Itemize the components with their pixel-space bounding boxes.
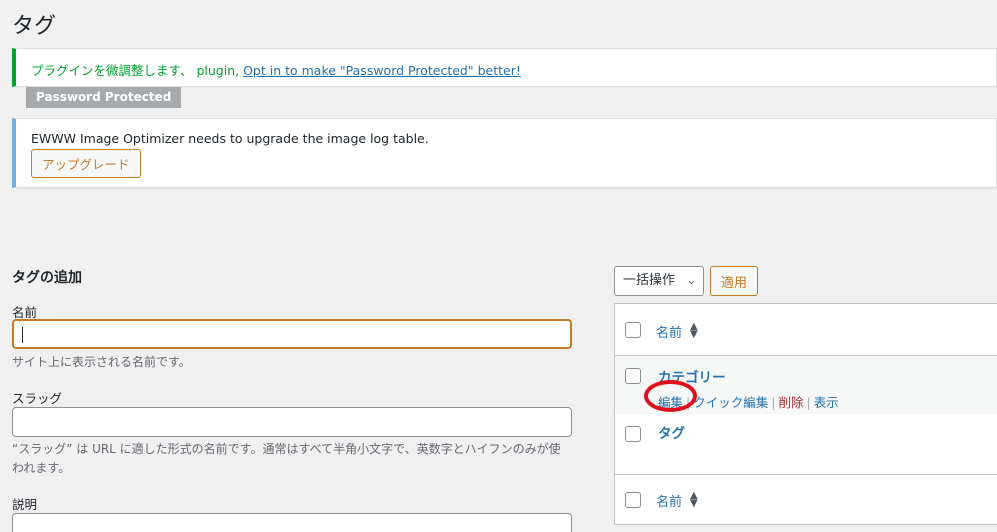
row-checkbox[interactable] [625, 426, 641, 442]
separator: | [771, 395, 776, 410]
apply-button[interactable]: 適用 [710, 266, 758, 296]
column-name-sort-link[interactable]: 名前 [656, 322, 682, 341]
sort-arrows-icon: ▲ ▼ [690, 321, 698, 340]
slug-label: スラッグ [12, 391, 63, 406]
table-footer-row: 名前 ▲ ▼ [615, 474, 997, 526]
plugin-notice-text: プラグインを微調整します、 plugin, [31, 63, 244, 78]
ewww-notice-message: EWWW Image Optimizer needs to upgrade th… [31, 131, 429, 146]
slug-input[interactable] [12, 407, 572, 437]
opt-in-link[interactable]: Opt in to make "Password Protected" bett… [243, 63, 521, 78]
tags-table: 名前 ▲ ▼ カテゴリー 編集 | クイック編集 | 削除 | 表示 タグ 名前 ▲ ▼ [614, 303, 997, 525]
highlight-circle-annotation [644, 380, 697, 412]
name-help-text: サイト上に表示される名前です。 [12, 355, 191, 369]
add-tag-heading: タグの追加 [12, 270, 82, 286]
select-all-checkbox-footer[interactable] [625, 492, 641, 508]
separator: | [806, 395, 811, 410]
row-checkbox[interactable] [625, 368, 641, 384]
term-name-link[interactable]: タグ [658, 422, 685, 442]
description-textarea[interactable] [12, 513, 572, 532]
password-protected-badge: Password Protected [26, 87, 182, 108]
quick-edit-link[interactable]: クイック編集 [693, 395, 768, 410]
table-header-row: 名前 ▲ ▼ [615, 304, 997, 356]
table-row: タグ [615, 414, 997, 469]
column-name-sort-link-footer[interactable]: 名前 [656, 491, 682, 510]
slug-help-text: “スラッグ” は URL に適した形式の名前です。通常はすべて半角小文字で、英数… [12, 442, 561, 475]
delete-link[interactable]: 削除 [778, 395, 803, 410]
chevron-down-icon: ⌄ [686, 274, 696, 287]
plugin-notice: プラグインを微調整します、 plugin, Opt in to make "Pa… [12, 48, 997, 87]
name-input[interactable] [12, 319, 572, 349]
upgrade-button[interactable]: アップグレード [31, 149, 141, 178]
text-cursor [22, 327, 23, 343]
bulk-action-select[interactable]: 一括操作 ⌄ [614, 266, 704, 296]
view-link[interactable]: 表示 [814, 395, 839, 410]
description-label: 説明 [12, 497, 38, 512]
sort-arrows-icon: ▲ ▼ [690, 490, 698, 509]
page-title: タグ [12, 14, 57, 39]
plugin-notice-message: プラグインを微調整します、 plugin, Opt in to make "Pa… [31, 60, 521, 79]
select-all-checkbox[interactable] [625, 322, 641, 338]
bulk-action-value: 一括操作 [623, 273, 676, 288]
ewww-notice: EWWW Image Optimizer needs to upgrade th… [12, 118, 997, 188]
